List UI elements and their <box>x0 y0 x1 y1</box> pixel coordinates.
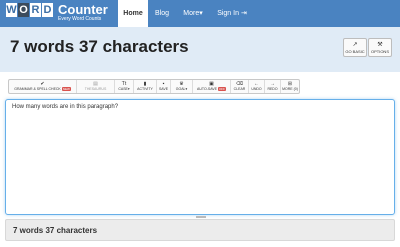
activity-button[interactable]: ▮ ACTIVITY <box>134 80 157 93</box>
case-dropdown[interactable]: Tt CASE▾ <box>115 80 134 93</box>
options-label: OPTIONS <box>370 49 389 54</box>
chevron-down-icon: ▾ <box>199 10 203 17</box>
stats-footer: 7 words 37 characters <box>5 219 395 241</box>
thesaurus-button[interactable]: ▤ THESAURUS <box>77 80 115 93</box>
resize-handle[interactable] <box>196 216 206 218</box>
logo-letter-w: W <box>6 3 17 17</box>
redo-label: REDO <box>267 87 278 91</box>
logo-tagline: Every Word Counts <box>58 16 102 22</box>
logo-letter-o: O <box>18 3 29 17</box>
off-badge: OFF <box>217 87 226 91</box>
auto-save-toggle[interactable]: ▣ AUTO-SAVE OFF <box>193 80 231 93</box>
wordcounter-logo[interactable]: W O R D Counter Every Word Counts <box>6 3 108 24</box>
logo-text: Counter Every Word Counts <box>58 3 108 22</box>
grammar-spell-check-button[interactable]: ✔ GRAMMAR & SPELL CHECK NEW <box>9 80 77 93</box>
goal-dropdown[interactable]: ♛ GOAL▾ <box>171 80 193 93</box>
auto-save-label: AUTO-SAVE <box>197 87 217 91</box>
goal-label: GOAL▾ <box>175 87 188 91</box>
save-button[interactable]: ▪ SAVE <box>157 80 171 93</box>
save-label: SAVE <box>158 87 169 91</box>
nav-home[interactable]: Home <box>118 0 148 27</box>
go-basic-button[interactable]: ↗ GO BASIC <box>343 38 367 57</box>
text-editor[interactable]: How many words are in this paragraph? <box>5 99 395 215</box>
undo-label: UNDO <box>251 87 262 91</box>
more-label: MORE (0) <box>282 87 298 91</box>
nav-sign-in-label: Sign In <box>217 10 239 17</box>
top-navbar: W O R D Counter Every Word Counts Home B… <box>0 0 400 27</box>
footer-count: 7 words 37 characters <box>13 226 98 235</box>
external-link-icon: ↗ <box>352 42 358 48</box>
editor-toolbar: ✔ GRAMMAR & SPELL CHECK NEW ▤ THESAURUS T… <box>8 79 300 94</box>
case-label: CASE▾ <box>118 87 130 91</box>
undo-button[interactable]: ← UNDO <box>249 80 265 93</box>
stats-header: 7 words 37 characters <box>0 27 400 72</box>
nav-more-dropdown[interactable]: More▾ <box>178 0 208 27</box>
nav-blog[interactable]: Blog <box>150 0 174 27</box>
logo-letter-r: R <box>30 3 41 17</box>
redo-button[interactable]: → REDO <box>265 80 281 93</box>
logo-letter-d: D <box>42 3 53 17</box>
activity-label: ACTIVITY <box>137 87 153 91</box>
clear-label: CLEAR <box>233 87 246 91</box>
new-badge: NEW <box>61 87 71 91</box>
logo-name: Counter <box>58 2 108 17</box>
grammar-label: GRAMMAR & SPELL CHECK <box>14 87 61 91</box>
wrench-icon: ⚒ <box>377 42 383 48</box>
clear-button[interactable]: ⌫ CLEAR <box>231 80 249 93</box>
nav-sign-in[interactable]: Sign In ⇥ <box>214 0 250 27</box>
page-title: 7 words 37 characters <box>10 37 189 56</box>
go-basic-label: GO BASIC <box>345 49 365 54</box>
thesaurus-label: THESAURUS <box>84 87 107 91</box>
options-button[interactable]: ⚒ OPTIONS <box>368 38 392 57</box>
sign-in-icon: ⇥ <box>240 10 247 17</box>
more-button[interactable]: ⊞ MORE (0) <box>281 80 299 93</box>
nav-more-label: More <box>183 10 200 17</box>
